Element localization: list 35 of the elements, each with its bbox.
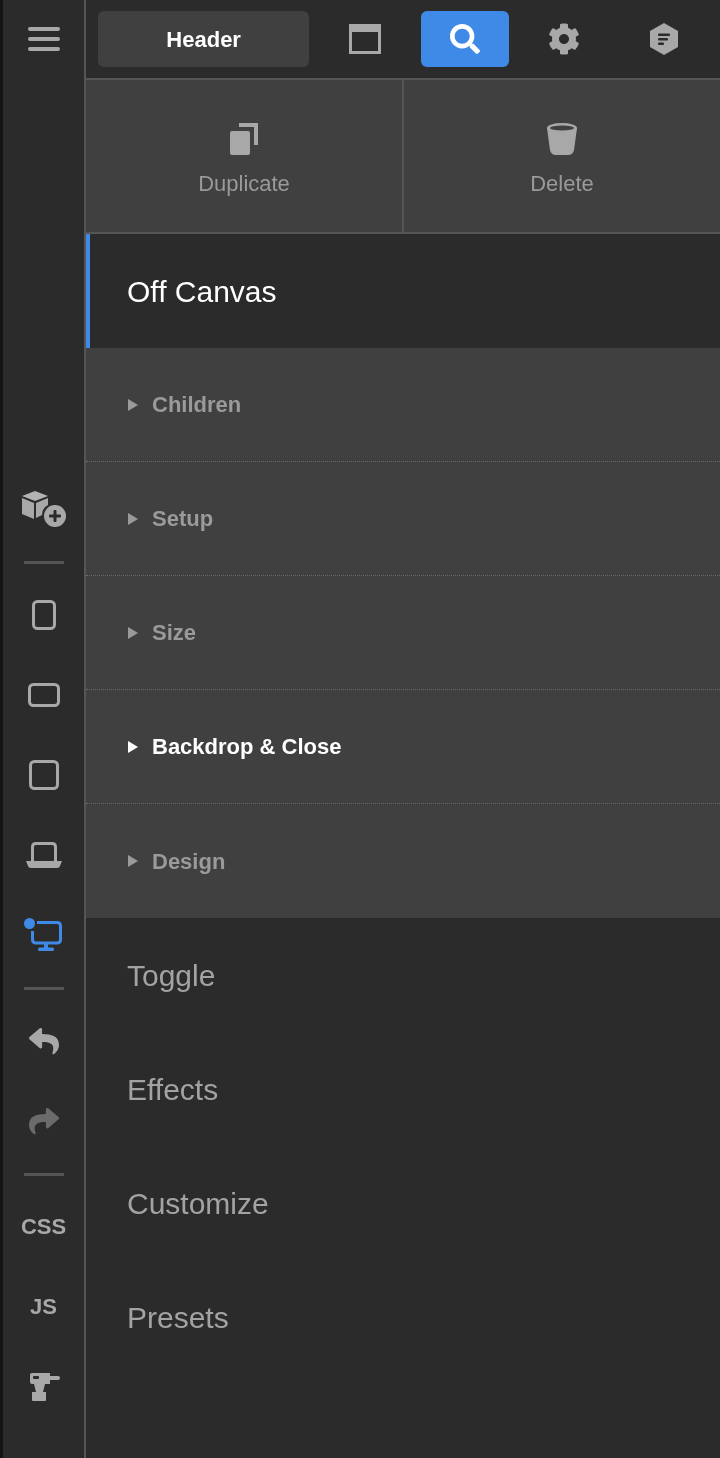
code-editor-button[interactable]: JS	[30, 1296, 57, 1318]
undo-icon[interactable]	[28, 1026, 59, 1056]
group-header[interactable]: Setup	[86, 462, 720, 576]
group-header[interactable]: Design	[86, 804, 720, 918]
window-icon[interactable]	[349, 24, 382, 54]
code-editor-button[interactable]: CSS	[20, 1216, 67, 1238]
menu-icon[interactable]	[27, 26, 60, 52]
tablet-icon[interactable]	[28, 760, 59, 790]
duplicate-icon	[230, 123, 258, 155]
search-icon[interactable]	[449, 24, 480, 54]
caret-icon	[128, 398, 138, 411]
trash-bucket-icon	[546, 123, 578, 155]
desktop-icon[interactable]	[23, 918, 64, 952]
group-header[interactable]: Backdrop & Close	[86, 690, 720, 804]
delete-button[interactable]: Delete	[402, 80, 720, 232]
caret-icon	[128, 740, 138, 753]
duplicate-button[interactable]: Duplicate	[86, 80, 402, 232]
phone-landscape-icon[interactable]	[27, 683, 60, 707]
section-header[interactable]: Presets	[86, 1260, 720, 1374]
settings-icon[interactable]	[548, 23, 581, 55]
laptop-icon[interactable]	[25, 842, 62, 868]
add-cube-icon[interactable]	[20, 490, 67, 528]
group-header[interactable]: Size	[86, 576, 720, 690]
element-name-button[interactable]: Header	[98, 11, 310, 67]
active-tool-button[interactable]	[420, 11, 509, 67]
section-header[interactable]: Toggle	[86, 918, 720, 1032]
section-header[interactable]: Effects	[86, 1032, 720, 1146]
section-header[interactable]: Customize	[86, 1146, 720, 1260]
phone-portrait-icon[interactable]	[31, 600, 56, 630]
caret-icon	[128, 626, 138, 639]
caret-icon	[128, 855, 138, 867]
drill-icon[interactable]	[27, 1372, 60, 1402]
note-hexagon-icon[interactable]	[648, 22, 681, 56]
caret-icon	[128, 512, 138, 525]
group-header[interactable]: Children	[86, 348, 720, 462]
